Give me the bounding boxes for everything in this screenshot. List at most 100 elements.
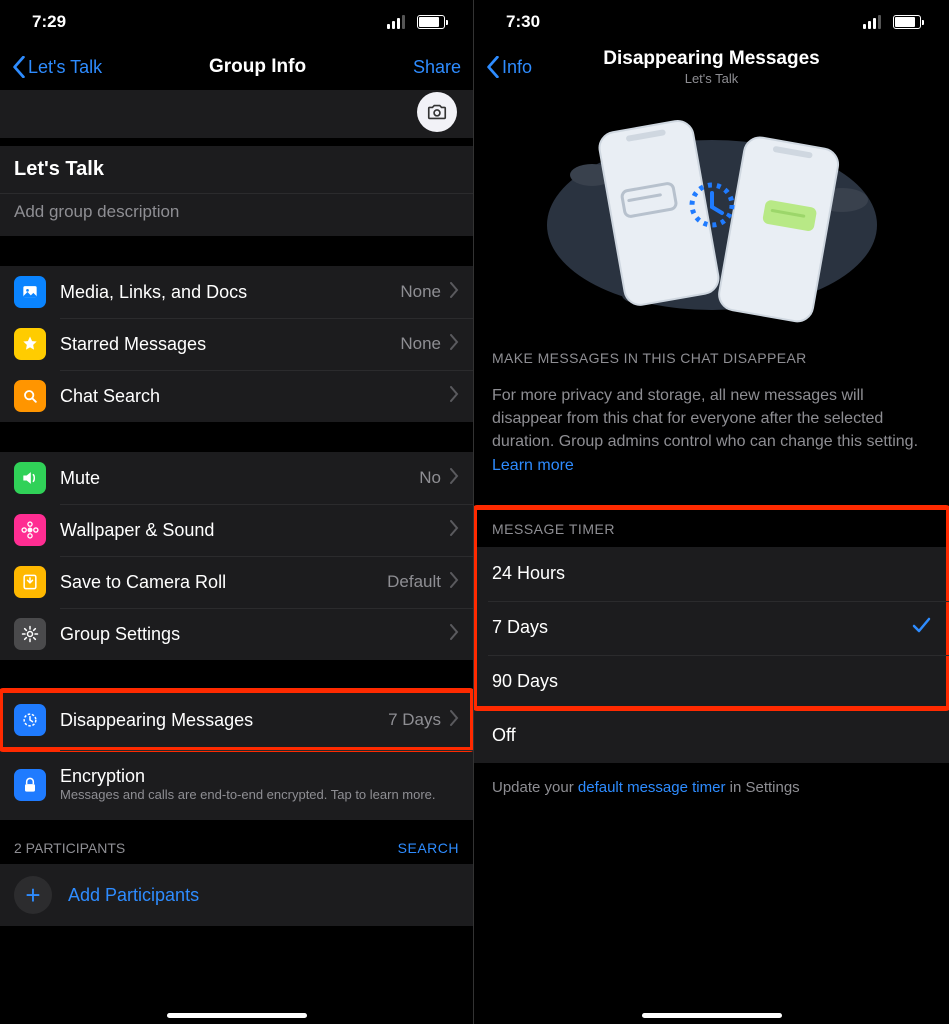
learn-more-link[interactable]: Learn more [492,457,574,474]
row-label: Wallpaper & Sound [60,520,449,541]
media-links-row[interactable]: Media, Links, and Docs None [0,266,473,318]
description-body: For more privacy and storage, all new me… [492,387,918,450]
option-label: 24 Hours [492,563,931,584]
description-text: For more privacy and storage, all new me… [492,384,931,477]
back-button[interactable]: Info [486,56,532,78]
share-button[interactable]: Share [413,57,461,78]
add-participants-row[interactable]: + Add Participants [0,864,473,926]
status-indicators [387,12,445,32]
home-indicator[interactable] [642,1013,782,1018]
footer-note: Update your default message timer in Set… [474,763,949,812]
row-value: 7 Days [388,710,441,730]
back-button[interactable]: Let's Talk [12,56,102,78]
timer-option-off[interactable]: Off [474,709,949,763]
row-label: Starred Messages [60,334,400,355]
timer-highlight: MESSAGE TIMER 24 Hours 7 Days 90 Days [474,507,949,709]
timer-options: 24 Hours 7 Days 90 Days [474,547,949,709]
page-subtitle: Let's Talk [603,71,819,86]
camera-icon [426,101,448,123]
privacy-section: Disappearing Messages 7 Days Encryption … [0,690,473,820]
row-label: Save to Camera Roll [60,572,387,593]
group-name-row[interactable]: Let's Talk [0,146,473,193]
row-value: None [400,282,441,302]
add-participants-label: Add Participants [68,885,199,906]
chevron-right-icon [449,624,459,645]
screenshot-disappearing-messages: 7:30 Info Disappearing Messages Let's Ta… [474,0,949,1024]
lock-icon [14,769,46,801]
chevron-left-icon [486,56,500,78]
row-label: Disappearing Messages [60,710,388,731]
group-settings-row[interactable]: Group Settings [0,608,473,660]
chevron-right-icon [449,386,459,407]
row-value: None [400,334,441,354]
status-time: 7:30 [506,12,540,32]
search-icon [14,380,46,412]
option-label: 7 Days [492,617,911,638]
save-camera-roll-row[interactable]: Save to Camera Roll Default [0,556,473,608]
disappearing-messages-row[interactable]: Disappearing Messages 7 Days [0,690,473,750]
group-photo-strip [0,90,473,138]
screenshot-group-info: 7:29 Let's Talk Group Info Share [0,0,474,1024]
row-label: Encryption [60,766,459,787]
nav-bar: Let's Talk Group Info Share [0,44,473,90]
cellular-icon [863,15,881,29]
timer-section-header: MESSAGE TIMER [474,507,949,547]
home-indicator[interactable] [167,1013,307,1018]
encryption-row[interactable]: Encryption Messages and calls are end-to… [0,750,473,820]
description-header: MAKE MESSAGES IN THIS CHAT DISAPPEAR [492,350,931,366]
participants-header: 2 PARTICIPANTS SEARCH [0,840,473,864]
nav-bar: Info Disappearing Messages Let's Talk [474,44,949,90]
add-description-row[interactable]: Add group description [0,193,473,236]
chevron-right-icon [449,710,459,731]
timer-option-90d[interactable]: 90 Days [474,655,949,709]
page-title: Disappearing Messages [603,48,819,70]
back-label: Info [502,57,532,78]
star-icon [14,328,46,360]
row-label: Mute [60,468,419,489]
timer-option-24h[interactable]: 24 Hours [474,547,949,601]
timer-icon [14,704,46,736]
status-bar: 7:30 [474,0,949,44]
gear-icon [14,618,46,650]
footer-pre: Update your [492,779,578,796]
option-label: Off [492,725,931,746]
chevron-right-icon [449,468,459,489]
cellular-icon [387,15,405,29]
chevron-left-icon [12,56,26,78]
participants-count: 2 PARTICIPANTS [14,840,125,856]
page-title: Group Info [209,56,306,78]
footer-post: in Settings [725,779,799,796]
mute-row[interactable]: Mute No [0,452,473,504]
starred-row[interactable]: Starred Messages None [0,318,473,370]
chevron-right-icon [449,572,459,593]
group-name: Let's Talk [14,158,104,181]
speaker-icon [14,462,46,494]
add-icon: + [14,876,52,914]
edit-photo-button[interactable] [417,92,457,132]
row-value: Default [387,572,441,592]
row-value: No [419,468,441,488]
back-label: Let's Talk [28,57,102,78]
timer-option-7d[interactable]: 7 Days [474,601,949,655]
wallpaper-row[interactable]: Wallpaper & Sound [0,504,473,556]
phones-illustration-icon [522,105,902,335]
media-section: Media, Links, and Docs None Starred Mess… [0,266,473,422]
row-label: Group Settings [60,624,449,645]
add-description-label: Add group description [14,202,179,222]
status-time: 7:29 [32,12,66,32]
default-timer-link[interactable]: default message timer [578,779,726,796]
illustration [474,90,949,350]
battery-icon [417,15,445,29]
download-icon [14,566,46,598]
status-indicators [863,12,921,32]
row-label: Chat Search [60,386,449,407]
description-block: MAKE MESSAGES IN THIS CHAT DISAPPEAR For… [474,350,949,477]
row-label-group: Encryption Messages and calls are end-to… [60,766,459,804]
chat-search-row[interactable]: Chat Search [0,370,473,422]
flower-icon [14,514,46,546]
settings-section: Mute No Wallpaper & Sound Save to Camera… [0,452,473,660]
status-bar: 7:29 [0,0,473,44]
row-sublabel: Messages and calls are end-to-end encryp… [60,787,459,804]
participants-search-button[interactable]: SEARCH [398,840,459,856]
photo-icon [14,276,46,308]
